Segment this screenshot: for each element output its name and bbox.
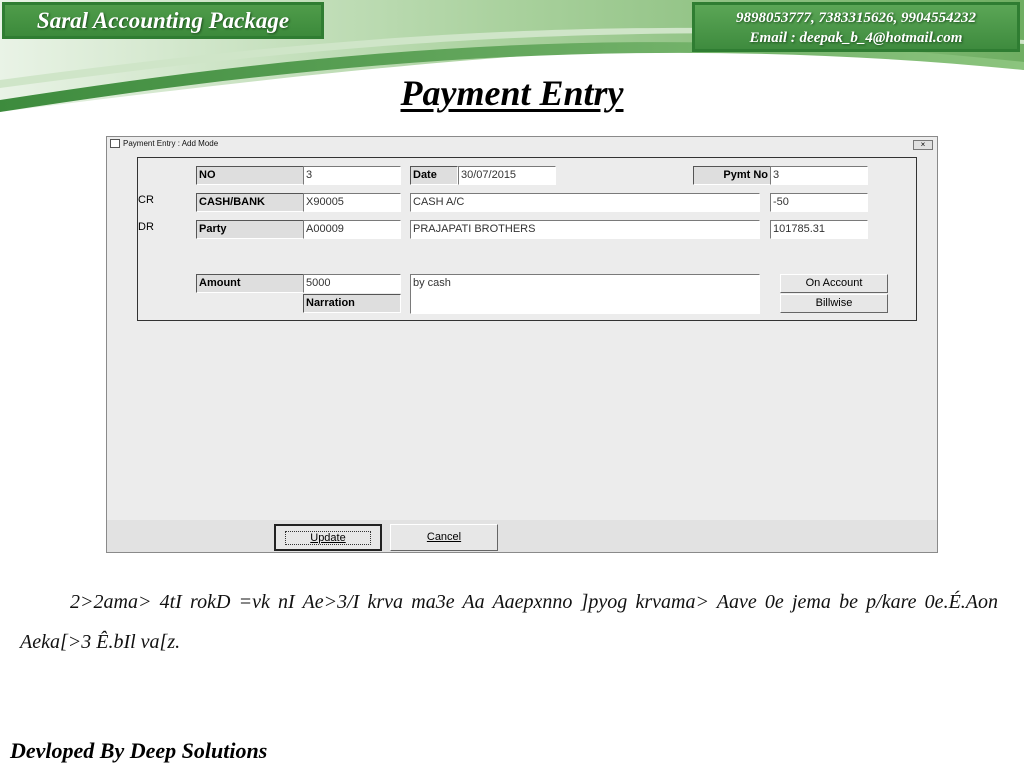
no-label: NO — [196, 166, 304, 185]
payment-entry-window: Payment Entry : Add Mode × NO 3 Date 30/… — [106, 136, 938, 553]
contact-email: Email : deepak_b_4@hotmail.com — [749, 30, 963, 46]
date-label: Date — [410, 166, 458, 185]
cash-bank-balance-field: -50 — [770, 193, 868, 212]
party-balance-field: 101785.31 — [770, 220, 868, 239]
window-titlebar: Payment Entry : Add Mode — [107, 137, 937, 151]
cancel-button[interactable]: Cancel — [390, 524, 498, 551]
cr-label: CR — [138, 194, 154, 206]
close-icon[interactable]: × — [913, 140, 933, 150]
pymt-no-field[interactable]: 3 — [770, 166, 868, 185]
contact-phones: 9898053777, 7383315626, 9904554232 — [736, 10, 976, 26]
date-field[interactable]: 30/07/2015 — [458, 166, 556, 185]
dr-label: DR — [138, 221, 154, 233]
amount-label: Amount — [196, 274, 304, 293]
party-label: Party — [196, 220, 304, 239]
cash-bank-name-field[interactable]: CASH A/C — [410, 193, 760, 212]
on-account-button[interactable]: On Account — [780, 274, 888, 293]
page-title: Payment Entry — [400, 73, 624, 113]
cash-bank-code-field[interactable]: X90005 — [303, 193, 401, 212]
update-button[interactable]: Update — [274, 524, 382, 551]
description-text: 2>2ama> 4tI rokD =vk nI Ae>3/I krva ma3e… — [20, 591, 998, 653]
entry-form-panel: NO 3 Date 30/07/2015 Pymt No 3 CR CASH/B… — [137, 157, 917, 321]
cash-bank-label: CASH/BANK — [196, 193, 304, 212]
party-name-field[interactable]: PRAJAPATI BROTHERS — [410, 220, 760, 239]
contact-box: 9898053777, 7383315626, 9904554232 Email… — [692, 2, 1020, 52]
window-app-icon — [110, 139, 120, 149]
party-code-field[interactable]: A00009 — [303, 220, 401, 239]
update-button-label: Update — [285, 531, 371, 545]
amount-field[interactable]: 5000 — [303, 274, 401, 293]
narration-label: Narration — [303, 294, 401, 313]
brand-title: Saral Accounting Package — [2, 2, 324, 39]
narration-field[interactable]: by cash — [410, 274, 760, 314]
footer-credit: Devloped By Deep Solutions — [10, 738, 268, 763]
billwise-button[interactable]: Billwise — [780, 294, 888, 313]
pymt-no-label: Pymt No — [693, 166, 771, 185]
window-title: Payment Entry : Add Mode — [123, 139, 219, 148]
no-field[interactable]: 3 — [303, 166, 401, 185]
button-bar — [107, 520, 937, 552]
